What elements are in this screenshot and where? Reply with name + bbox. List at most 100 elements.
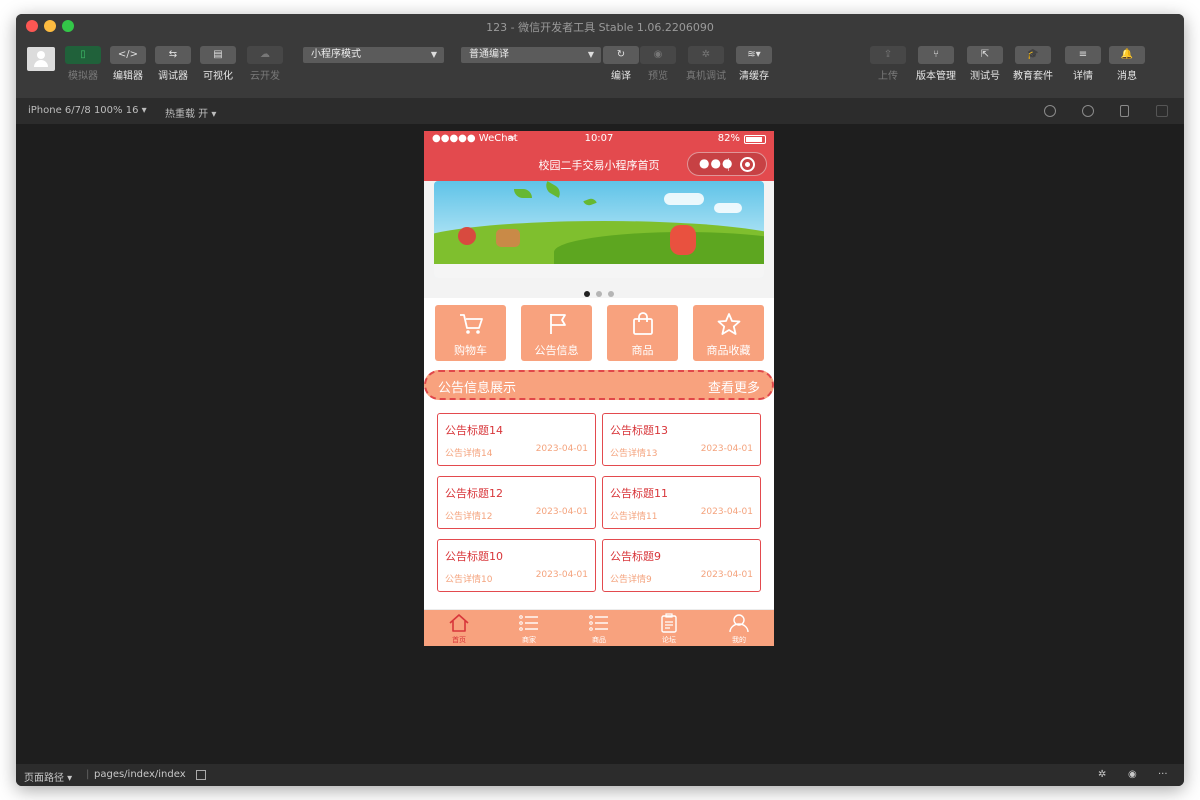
device-select[interactable]: iPhone 6/7/8 100% 16 ▾ (28, 105, 147, 116)
edu-kit-tool[interactable]: 🎓 教育套件 (1008, 46, 1058, 82)
edu-kit-label: 教育套件 (1013, 71, 1053, 82)
tab-goods[interactable]: 商品 (564, 610, 634, 646)
simulator-icon: ▯ (65, 46, 101, 64)
remote-debug-label: 真机调试 (686, 71, 726, 82)
bell-icon: 🔔 (1109, 46, 1145, 64)
eye-icon: ◉ (640, 46, 676, 64)
avatar[interactable] (27, 47, 55, 71)
clear-cache-tool[interactable]: ≋▾ 清缓存 (729, 46, 779, 82)
preview-tool[interactable]: ◉ 预览 (633, 46, 683, 82)
capsule-menu[interactable]: ●●● (687, 152, 767, 176)
test-account-tool[interactable]: ⇱ 测试号 (960, 46, 1010, 82)
menu-goods[interactable]: 商品 (607, 305, 678, 361)
simulator-subbar: iPhone 6/7/8 100% 16 ▾ 热重载 开 ▾ (16, 98, 1184, 124)
tab-forum[interactable]: 论坛 (634, 610, 704, 646)
preview-label: 预览 (648, 71, 668, 82)
notice-date: 2023-04-01 (700, 507, 753, 517)
mascot-image (458, 227, 476, 245)
bug-icon: ✲ (688, 46, 724, 64)
menu-cart[interactable]: 购物车 (435, 305, 506, 361)
notice-detail: 公告详情14 (445, 449, 493, 459)
compile-select[interactable]: 普通编译 ▼ (461, 47, 601, 63)
clipboard-icon (661, 613, 677, 633)
notice-card[interactable]: 公告标题12 公告详情12 2023-04-01 (437, 476, 596, 529)
layers-icon: ≋▾ (736, 46, 772, 64)
visual-tool[interactable]: ▤ 可视化 (193, 46, 243, 82)
page-path-select[interactable]: 页面路径 ▾ (24, 769, 72, 784)
notice-card[interactable]: 公告标题11 公告详情11 2023-04-01 (602, 476, 761, 529)
devtools-window: 123 - 微信开发者工具 Stable 1.06.2206090 ▯ 模拟器 … (16, 14, 1184, 786)
debugger-tool[interactable]: ⇆ 调试器 (148, 46, 198, 82)
carousel-dot[interactable] (608, 291, 614, 297)
carousel-dot[interactable] (596, 291, 602, 297)
messages-tool[interactable]: 🔔 消息 (1102, 46, 1152, 82)
notice-title: 公告标题12 (445, 487, 503, 500)
notice-date: 2023-04-01 (700, 444, 753, 454)
hot-reload-toggle[interactable]: 热重载 开 ▾ (165, 105, 216, 120)
compile-select-value: 普通编译 (469, 49, 509, 60)
device-frame-icon[interactable] (1120, 105, 1129, 117)
menu-label: 商品收藏 (706, 344, 751, 357)
tab-label: 首页 (452, 636, 466, 644)
cart-icon (459, 314, 483, 334)
window-title: 123 - 微信开发者工具 Stable 1.06.2206090 (486, 21, 714, 34)
menu-favorites[interactable]: 商品收藏 (693, 305, 764, 361)
page-header: 校园二手交易小程序首页 ●●● (424, 149, 774, 181)
remote-debug-tool[interactable]: ✲ 真机调试 (681, 46, 731, 82)
notice-card[interactable]: 公告标题9 公告详情9 2023-04-01 (602, 539, 761, 592)
copy-icon[interactable] (196, 770, 206, 780)
tab-mine[interactable]: 我的 (704, 610, 774, 646)
detach-window-icon[interactable] (1156, 105, 1168, 117)
battery-icon (744, 135, 766, 144)
menu-label: 商品 (631, 344, 654, 357)
notice-detail: 公告详情13 (610, 449, 658, 459)
close-target-icon[interactable] (740, 157, 755, 172)
notice-card[interactable]: 公告标题10 公告详情10 2023-04-01 (437, 539, 596, 592)
debug-icon: ⇆ (155, 46, 191, 64)
editor-tool[interactable]: </> 编辑器 (103, 46, 153, 82)
notice-title: 公告标题11 (610, 487, 668, 500)
upload-tool[interactable]: ⇪ 上传 (863, 46, 913, 82)
simulator-label: 模拟器 (68, 71, 98, 82)
box-mascot-image (496, 229, 520, 247)
record-icon[interactable] (1082, 105, 1094, 117)
cloud-icon: ☁ (247, 46, 283, 64)
mode-select[interactable]: 小程序模式 ▼ (303, 47, 444, 63)
carousel-dot[interactable] (584, 291, 590, 297)
cloud-dev-tool[interactable]: ☁ 云开发 (240, 46, 290, 82)
simulator-tool[interactable]: ▯ 模拟器 (58, 46, 108, 82)
layout-icon: ▤ (200, 46, 236, 64)
tab-merchant[interactable]: 商家 (494, 610, 564, 646)
list-icon (519, 615, 538, 631)
notice-date: 2023-04-01 (700, 570, 753, 580)
code-icon: </> (110, 46, 146, 64)
rotate-icon[interactable] (1044, 105, 1056, 117)
phone-simulator: ●●●●● WeChat ≈ 10:07 82% 校园二手交易小程序首页 ●●● (424, 131, 774, 646)
notice-card[interactable]: 公告标题14 公告详情14 2023-04-01 (437, 413, 596, 466)
user-icon (729, 614, 749, 633)
mode-select-value: 小程序模式 (311, 49, 361, 60)
phone-status-bar: ●●●●● WeChat ≈ 10:07 82% (424, 131, 774, 149)
menu-notice[interactable]: 公告信息 (521, 305, 592, 361)
notice-detail: 公告详情10 (445, 575, 493, 585)
tab-bar: 首页 商家 商品 论坛 我的 (424, 609, 774, 646)
upload-icon: ⇪ (870, 46, 906, 64)
notice-card[interactable]: 公告标题13 公告详情13 2023-04-01 (602, 413, 761, 466)
eye-icon[interactable]: ◉ (1128, 769, 1137, 780)
notice-title: 公告标题10 (445, 550, 503, 563)
details-tool[interactable]: ≡ 详情 (1058, 46, 1108, 82)
bug-icon[interactable]: ✲ (1098, 769, 1106, 780)
home-icon (449, 614, 469, 632)
cloud-dev-label: 云开发 (250, 71, 280, 82)
view-more-link[interactable]: 查看更多 (708, 377, 760, 396)
notice-detail: 公告详情12 (445, 512, 493, 522)
notice-detail: 公告详情9 (610, 575, 652, 585)
branch-icon: ⑂ (918, 46, 954, 64)
more-icon[interactable]: ··· (1158, 769, 1168, 780)
notice-title: 公告标题9 (610, 550, 661, 563)
banner-carousel[interactable] (434, 181, 764, 278)
version-tool[interactable]: ⑂ 版本管理 (911, 46, 961, 82)
tab-home[interactable]: 首页 (424, 610, 494, 646)
tab-label: 商家 (522, 636, 536, 644)
notice-date: 2023-04-01 (535, 444, 588, 454)
